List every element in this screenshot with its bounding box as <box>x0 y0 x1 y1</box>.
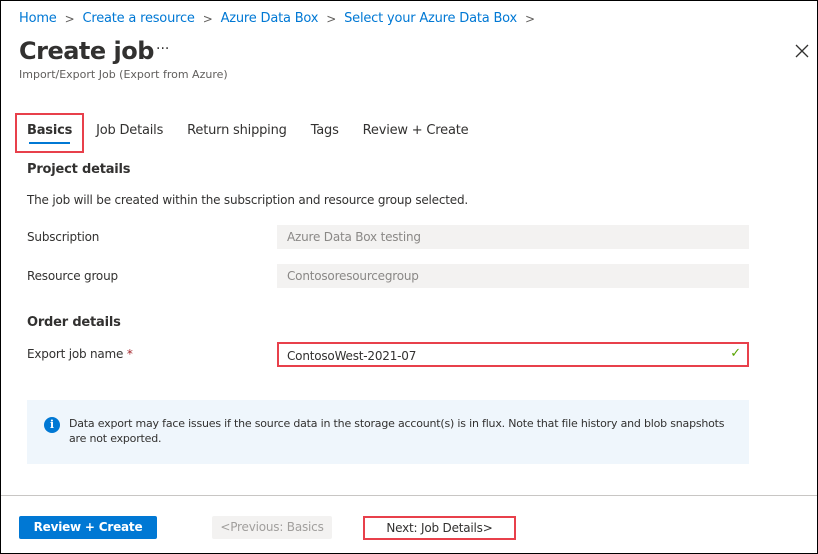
tab-label: Basics <box>27 123 73 138</box>
info-icon: i <box>44 417 60 433</box>
info-banner: i Data export may face issues if the sou… <box>27 400 749 464</box>
label-text: Export job name <box>27 347 124 361</box>
export-job-name-label: Export job name * <box>27 347 133 361</box>
previous-button[interactable]: <Previous: Basics <box>212 516 332 539</box>
breadcrumb-azure-data-box[interactable]: Azure Data Box <box>221 11 319 26</box>
chevron-right-icon: > <box>326 11 337 26</box>
project-details-heading: Project details <box>27 162 131 177</box>
tab-bar: Basics Job Details Return shipping Tags … <box>15 113 480 153</box>
tab-job-details[interactable]: Job Details <box>84 113 175 153</box>
subscription-label: Subscription <box>27 230 100 244</box>
required-marker: * <box>126 347 133 361</box>
next-button[interactable]: Next: Job Details> <box>363 516 516 540</box>
tab-review-create[interactable]: Review + Create <box>351 113 481 153</box>
project-description: The job will be created within the subsc… <box>27 193 468 207</box>
breadcrumb-create-resource[interactable]: Create a resource <box>82 11 194 26</box>
footer-divider <box>1 495 817 496</box>
page-title: Create job <box>19 37 154 65</box>
order-details-heading: Order details <box>27 315 121 330</box>
breadcrumb: Home > Create a resource > Azure Data Bo… <box>19 11 543 26</box>
tab-return-shipping[interactable]: Return shipping <box>175 113 299 153</box>
info-message: Data export may face issues if the sourc… <box>69 417 725 445</box>
close-icon[interactable] <box>794 43 810 59</box>
create-job-blade: Home > Create a resource > Azure Data Bo… <box>0 0 818 554</box>
input-value: ContosoWest-2021-07 <box>287 349 417 363</box>
chevron-right-icon: > <box>64 11 75 26</box>
subscription-field: Azure Data Box testing <box>277 225 749 249</box>
chevron-right-icon: > <box>202 11 213 26</box>
resource-group-label: Resource group <box>27 269 118 283</box>
active-tab-indicator <box>29 142 71 144</box>
chevron-right-icon: > <box>525 11 535 26</box>
page-subtitle: Import/Export Job (Export from Azure) <box>19 68 228 81</box>
resource-group-field: Contosoresourcegroup <box>277 264 749 288</box>
breadcrumb-select-data-box[interactable]: Select your Azure Data Box <box>344 11 517 26</box>
breadcrumb-home[interactable]: Home <box>19 11 57 26</box>
export-job-name-input[interactable]: ContosoWest-2021-07 ✓ <box>277 342 749 367</box>
checkmark-icon: ✓ <box>730 346 741 361</box>
tab-basics[interactable]: Basics <box>15 113 85 153</box>
more-options-button[interactable]: ··· <box>156 41 169 57</box>
review-create-button[interactable]: Review + Create <box>19 516 157 539</box>
tab-tags[interactable]: Tags <box>299 113 351 153</box>
